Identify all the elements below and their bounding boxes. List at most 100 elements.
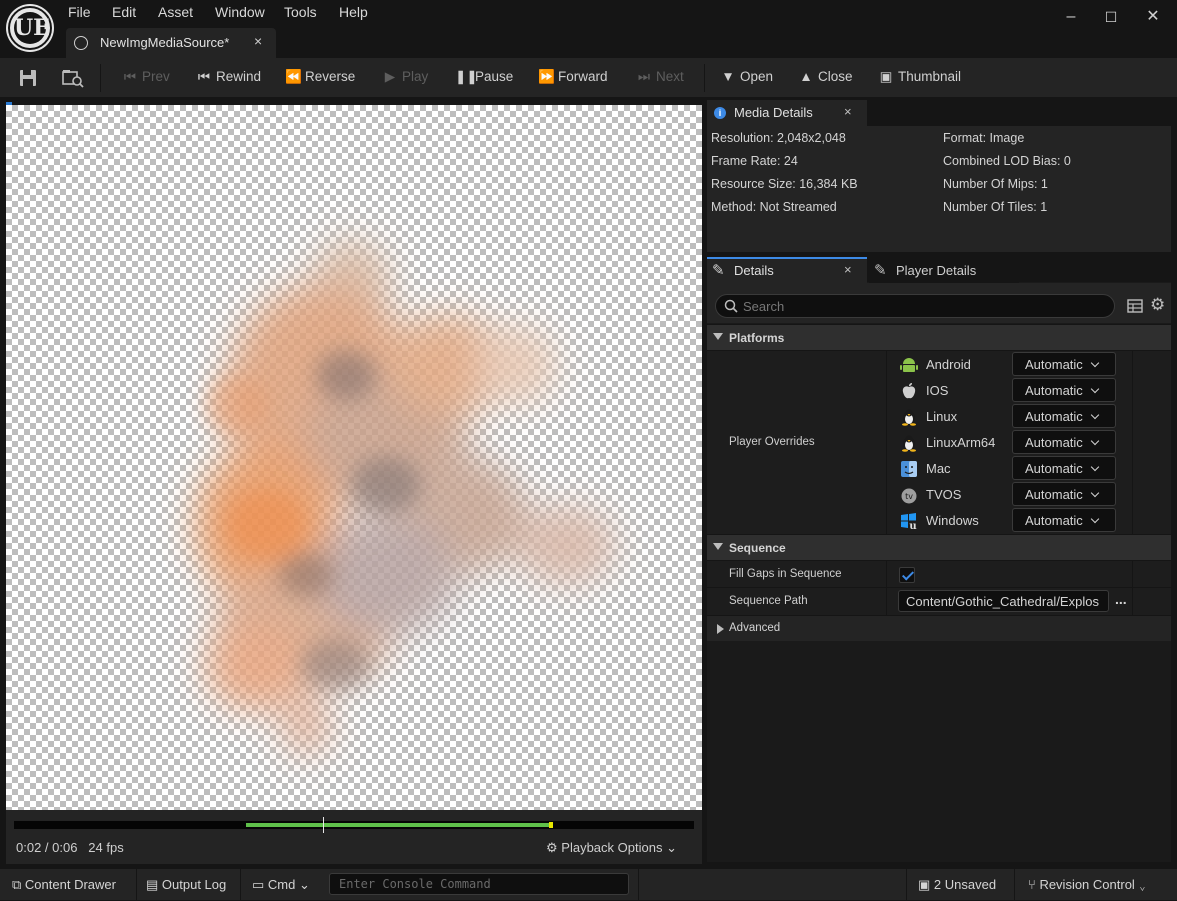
media-source-icon: [74, 36, 88, 50]
resolution-text: Resolution: 2,048x2,048: [711, 131, 846, 145]
console-input[interactable]: [339, 876, 619, 892]
search-field[interactable]: [715, 294, 1115, 318]
rewind-icon: ⏮: [197, 69, 211, 84]
close-button[interactable]: ▲ Close: [798, 69, 852, 84]
open-button[interactable]: ▼ Open: [720, 69, 773, 84]
expand-arrow-icon: [713, 333, 723, 340]
thumbnail-button[interactable]: ▣ Thumbnail: [878, 69, 961, 85]
tab-media-details[interactable]: i Media Details ×: [707, 100, 867, 126]
sequence-path-input[interactable]: Content/Gothic_Cathedral/Explos: [898, 590, 1109, 612]
platform-android-label: Android: [926, 357, 971, 372]
search-input[interactable]: [743, 297, 1103, 315]
unsaved-button[interactable]: ▣ 2 Unsaved: [918, 877, 996, 893]
revision-control-button[interactable]: ⑂ Revision Control ⌄: [1028, 877, 1146, 892]
settings-gear-icon[interactable]: ⚙: [1150, 295, 1165, 315]
android-override-select[interactable]: Automatic: [1012, 352, 1116, 376]
mac-override-select[interactable]: Automatic: [1012, 456, 1116, 480]
windows-override-select[interactable]: Automatic: [1012, 508, 1116, 532]
tab-player-details-label: Player Details: [896, 263, 977, 278]
unreal-logo[interactable]: UE: [8, 6, 52, 50]
mips-text: Number Of Mips: 1: [943, 177, 1048, 191]
linux-icon: [902, 435, 916, 452]
chevron-down-icon: [1090, 488, 1100, 498]
ios-override-select[interactable]: Automatic: [1012, 378, 1116, 402]
chevron-down-icon: [1090, 384, 1100, 394]
tvos-override-select[interactable]: Automatic: [1012, 482, 1116, 506]
title-bar: UE File Edit Asset Window Tools Help New…: [0, 0, 1177, 58]
chevron-down-icon: ⌄: [666, 840, 677, 855]
time-readout: 0:02 / 0:06 24 fps: [16, 840, 124, 855]
toolbar: ⏮ Prev ⏮ Rewind ⏪ Reverse ▶ Play ❚❚Pause ⏩ Fo…: [0, 58, 1177, 98]
media-viewport[interactable]: [6, 105, 702, 810]
tab-close-icon[interactable]: ×: [844, 104, 852, 119]
tab-player-details[interactable]: ✎ Player Details: [869, 257, 1019, 283]
terminal-icon: ▭: [252, 877, 265, 892]
linuxarm64-override-select[interactable]: Automatic: [1012, 430, 1116, 454]
tab-details[interactable]: ✎ Details ×: [707, 257, 867, 283]
tab-close-icon[interactable]: ×: [254, 33, 262, 49]
table-view-icon[interactable]: [1127, 298, 1143, 314]
menu-file[interactable]: File: [68, 4, 91, 20]
menu-help[interactable]: Help: [339, 4, 368, 20]
platform-linux-label: Linux: [926, 409, 958, 424]
chevron-down-icon: [1090, 436, 1100, 446]
asset-tab[interactable]: NewImgMediaSource* ×: [66, 28, 276, 58]
asset-tab-label: NewImgMediaSource*: [100, 35, 230, 50]
thumbnail-icon: ▣: [879, 69, 893, 84]
column-divider: [886, 351, 887, 534]
prev-label: Prev: [142, 69, 170, 84]
sequence-path-value: Content/Gothic_Cathedral/Explos: [906, 594, 1099, 609]
platform-tvos-label: TVOS: [926, 487, 962, 502]
pencil-icon: ✎: [874, 262, 887, 279]
platform-mac-label: Mac: [926, 461, 951, 476]
maximize-icon[interactable]: ☐: [1100, 6, 1122, 28]
chevron-down-icon: [1090, 462, 1100, 472]
thumbnail-label: Thumbnail: [898, 69, 962, 84]
expand-arrow-icon: [713, 543, 723, 550]
next-button[interactable]: ⏭ Next: [636, 69, 684, 85]
chevron-down-icon: [1090, 514, 1100, 524]
category-platforms[interactable]: Platforms: [707, 324, 1171, 350]
close-window-icon[interactable]: ✕: [1142, 6, 1164, 28]
chevron-down-icon: ⌄: [299, 877, 310, 892]
sequence-path-label: Sequence Path: [729, 595, 808, 607]
category-advanced[interactable]: Advanced: [707, 615, 1171, 641]
reverse-button[interactable]: ⏪ Reverse: [285, 69, 355, 85]
content-drawer-button[interactable]: ⧉ Content Drawer: [12, 877, 116, 893]
output-log-button[interactable]: ▤ Output Log: [146, 877, 226, 893]
prev-button[interactable]: ⏮ Prev: [122, 69, 170, 85]
next-label: Next: [656, 69, 684, 84]
playback-bar: 0:02 / 0:06 24 fps ⚙ Playback Options ⌄: [6, 810, 702, 864]
forward-icon: ⏩: [538, 69, 555, 84]
save-icon[interactable]: [18, 68, 38, 88]
playback-options-button[interactable]: ⚙ Playback Options ⌄: [546, 840, 677, 856]
timeline-scrubber[interactable]: [14, 817, 694, 833]
pause-button[interactable]: ❚❚Pause: [455, 69, 513, 85]
open-icon: ▼: [721, 69, 735, 84]
tab-close-icon[interactable]: ×: [844, 262, 852, 277]
playhead[interactable]: [323, 817, 325, 833]
gear-icon: ⚙: [546, 840, 558, 855]
play-button[interactable]: ▶ Play: [382, 69, 428, 85]
svg-text:u: u: [909, 521, 916, 530]
linux-override-select[interactable]: Automatic: [1012, 404, 1116, 428]
linux-override-value: Automatic: [1025, 409, 1083, 424]
minimize-icon[interactable]: –: [1060, 6, 1082, 28]
console-field[interactable]: [329, 873, 629, 895]
cmd-selector[interactable]: ▭ Cmd ⌄: [252, 877, 310, 893]
reverse-label: Reverse: [305, 69, 356, 84]
cmd-label: Cmd: [267, 877, 296, 892]
browse-path-button[interactable]: ...: [1115, 591, 1127, 607]
prev-icon: ⏮: [123, 69, 137, 84]
menu-window[interactable]: Window: [215, 4, 265, 20]
smoke-image: [196, 240, 616, 755]
rewind-button[interactable]: ⏮ Rewind: [196, 69, 261, 85]
menu-edit[interactable]: Edit: [112, 4, 136, 20]
buffered-end-marker: [549, 822, 554, 828]
menu-tools[interactable]: Tools: [284, 4, 317, 20]
menu-asset[interactable]: Asset: [158, 4, 193, 20]
forward-button[interactable]: ⏩ Forward: [538, 69, 608, 85]
fill-gaps-checkbox[interactable]: [899, 567, 915, 583]
browse-asset-icon[interactable]: [62, 68, 84, 88]
category-sequence[interactable]: Sequence: [707, 534, 1171, 560]
